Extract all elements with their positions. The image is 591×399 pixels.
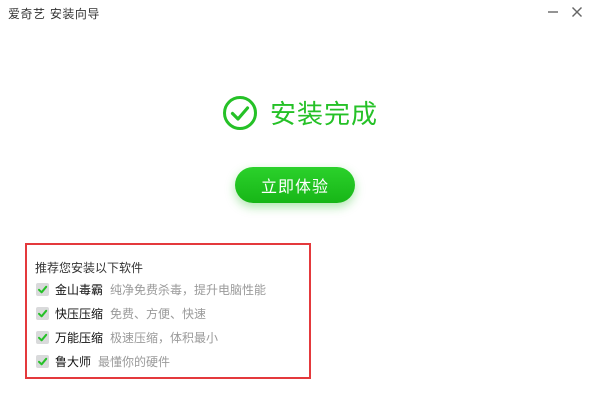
- item-description: 最懂你的硬件: [98, 354, 171, 369]
- minimize-icon: [548, 11, 558, 13]
- checkmark-icon: [38, 333, 48, 341]
- start-experience-button[interactable]: 立即体验: [235, 167, 355, 203]
- recommend-item-ludashi[interactable]: 鲁大师 最懂你的硬件: [36, 352, 170, 370]
- recommend-item-jinshan[interactable]: 金山毒霸 纯净免费杀毒，提升电脑性能: [36, 280, 266, 298]
- checkbox[interactable]: [36, 306, 49, 320]
- item-name: 快压压缩: [55, 306, 104, 321]
- check-circle-icon: [223, 95, 257, 130]
- recommend-item-wanneng[interactable]: 万能压缩 极速压缩，体积最小: [36, 328, 218, 346]
- item-description: 极速压缩，体积最小: [110, 330, 219, 345]
- title-bar: 爱奇艺 安装向导: [0, 0, 591, 26]
- recommended-software-panel: 推荐您安装以下软件 金山毒霸 纯净免费杀毒，提升电脑性能 快压压缩 免费、方便、…: [25, 243, 311, 379]
- close-button[interactable]: [566, 2, 588, 22]
- close-icon: [572, 7, 582, 17]
- item-name: 万能压缩: [55, 330, 104, 345]
- item-description: 免费、方便、快速: [110, 306, 207, 321]
- checkbox[interactable]: [36, 330, 49, 344]
- recommend-title: 推荐您安装以下软件: [35, 261, 144, 275]
- checkbox[interactable]: [36, 282, 49, 296]
- item-description: 纯净免费杀毒，提升电脑性能: [110, 282, 267, 297]
- item-name: 金山毒霸: [55, 282, 104, 297]
- minimize-button[interactable]: [542, 2, 564, 22]
- checkbox[interactable]: [36, 354, 49, 368]
- install-status: 安装完成: [222, 94, 378, 131]
- item-name: 鲁大师: [55, 354, 92, 369]
- recommend-item-kuaiya[interactable]: 快压压缩 免费、方便、快速: [36, 304, 206, 322]
- checkmark-icon: [38, 357, 48, 365]
- checkmark-icon: [38, 285, 48, 293]
- status-text: 安装完成: [270, 100, 379, 130]
- checkmark-icon: [38, 309, 48, 317]
- window-title: 爱奇艺 安装向导: [8, 7, 100, 21]
